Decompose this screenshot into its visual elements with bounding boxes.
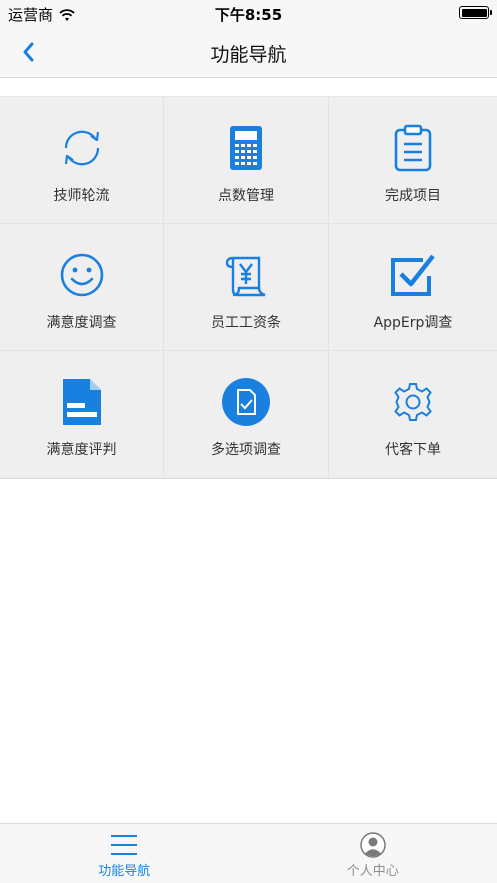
rotate-arrows-icon [64, 130, 99, 166]
grid-item-label: AppErp调查 [373, 315, 453, 331]
grid-item-place-order-for-customer[interactable]: 代客下单 [329, 351, 497, 478]
grid-item-label: 点数管理 [218, 188, 274, 204]
grid-item-points-management[interactable]: 点数管理 [164, 97, 329, 224]
grid-item-label: 完成项目 [385, 188, 441, 204]
document-icon [62, 379, 101, 425]
grid-item-label: 多选项调查 [211, 442, 281, 458]
tab-label: 个人中心 [346, 864, 399, 879]
status-bar: 运营商 下午8:55 [0, 0, 497, 26]
clipboard-icon [394, 124, 432, 172]
navigation-bar: 功能导航 [0, 26, 497, 78]
user-avatar-icon [360, 832, 386, 858]
menu-lines-icon [111, 835, 138, 855]
salary-scroll-icon [225, 256, 266, 297]
feature-grid: 技师轮流 点数管理 完成项目 满意度调查 员工工资条 AppErp调查 满意度评… [0, 96, 497, 479]
grid-item-multi-option-survey[interactable]: 多选项调查 [164, 351, 329, 478]
tab-function-navigation[interactable]: 功能导航 [0, 824, 249, 883]
smiley-face-icon [60, 253, 103, 297]
grid-item-label: 技师轮流 [53, 188, 110, 204]
battery-icon [459, 6, 492, 19]
tab-bar: 功能导航 个人中心 [0, 823, 497, 883]
grid-item-label: 满意度评判 [46, 442, 117, 458]
survey-badge-icon [222, 378, 270, 426]
grid-item-satisfaction-survey[interactable]: 满意度调查 [0, 224, 164, 351]
tab-label: 功能导航 [98, 864, 151, 879]
clock: 下午8:55 [214, 6, 283, 24]
tab-personal-center[interactable]: 个人中心 [249, 824, 497, 883]
grid-item-label: 满意度调查 [46, 315, 117, 331]
grid-item-completed-projects[interactable]: 完成项目 [329, 97, 497, 224]
page-title: 功能导航 [210, 44, 287, 66]
grid-item-salary-slip[interactable]: 员工工资条 [164, 224, 329, 351]
checkbox-icon [391, 254, 435, 296]
grid-item-technician-rotation[interactable]: 技师轮流 [0, 97, 164, 224]
grid-item-label: 代客下单 [385, 442, 441, 458]
calculator-icon [230, 126, 262, 170]
grid-item-apperp-survey[interactable]: AppErp调查 [329, 224, 497, 351]
gear-icon [394, 383, 432, 421]
grid-item-label: 员工工资条 [211, 315, 281, 331]
grid-item-satisfaction-rating[interactable]: 满意度评判 [0, 351, 164, 478]
